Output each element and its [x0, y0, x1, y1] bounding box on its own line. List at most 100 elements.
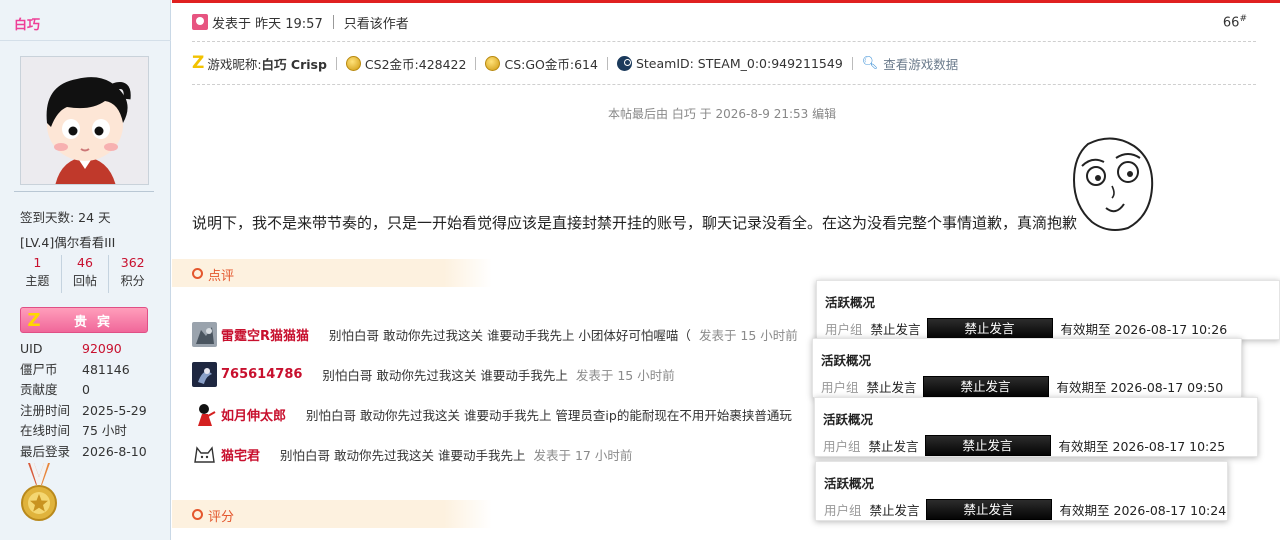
info-row: 最后登录 2026-8-10	[20, 442, 170, 463]
commenter-name-link[interactable]: 猫宅君	[221, 445, 260, 464]
popup-row: 用户组 禁止发言 禁止发言 有效期至 2026-08-17 09:50	[821, 375, 1223, 397]
coin-icon	[485, 55, 501, 71]
dashed-divider	[192, 41, 1256, 42]
commenter-name-link[interactable]: 765614786	[221, 367, 302, 382]
user-group-status: 禁止发言	[870, 321, 921, 337]
nickname-label: 游戏昵称:	[207, 56, 262, 72]
user-group-label: 用户组	[821, 379, 859, 395]
info-key: 僵尸币	[20, 361, 58, 377]
popup-row: 用户组 禁止发言 禁止发言 有效期至 2026-08-17 10:26	[825, 317, 1227, 339]
post-meta: 发表于 昨天 19:57 只看该作者	[192, 12, 409, 32]
z-logo-icon: Z	[192, 53, 205, 73]
divider	[14, 191, 154, 192]
activity-popup: 活跃概况 用户组 禁止发言 禁止发言 有效期至 2026-08-17 09:50	[812, 338, 1242, 398]
user-group-status: 禁止发言	[868, 438, 919, 454]
commenter-avatar-icon[interactable]	[192, 361, 217, 387]
steam-icon	[616, 55, 632, 71]
activity-popup: 活跃概况 用户组 禁止发言 禁止发言 有效期至 2026-08-17 10:26	[816, 280, 1280, 340]
rating-section-title: 评分	[208, 510, 235, 525]
comment-time: 发表于 15 小时前	[575, 367, 675, 383]
comment-time: 发表于 15 小时前	[698, 327, 798, 343]
dashed-divider	[192, 84, 1256, 85]
stat-threads[interactable]: 1 主题	[14, 255, 62, 293]
info-row: 贡献度 0	[20, 380, 170, 401]
commenter-avatar-icon[interactable]	[192, 401, 217, 427]
stat-points[interactable]: 362 积分	[109, 255, 156, 293]
popup-title: 活跃概况	[825, 295, 876, 310]
info-value: 2025-5-29	[82, 402, 147, 418]
comment-text: 别怕白哥 敢动你先过我这关 谁要动手我先上	[280, 447, 526, 463]
ban-status-button[interactable]: 禁止发言	[926, 317, 1053, 339]
author-portrait-icon	[192, 14, 208, 30]
commenter-name-link[interactable]: 雷霆空R猫猫猫	[221, 325, 309, 344]
author-sidebar: 白巧 签到天数: 24 天 [LV.4]偶尔看看III 1 主题 46 回帖 3…	[0, 0, 171, 540]
info-key: 在线时间	[20, 423, 71, 438]
commenter-name-link[interactable]: 如月伸太郎	[221, 405, 286, 424]
checkin-days: 签到天数: 24 天	[20, 210, 111, 225]
vip-badge: Z 贵宾	[20, 307, 148, 333]
info-value: 481146	[82, 361, 130, 377]
search-icon: 🔍︎	[861, 55, 879, 71]
game-info-bar: Z 游戏昵称: 白巧 Crisp CS2金币:428422 CS:GO金币:61…	[192, 53, 958, 73]
vip-badge-label: 贵宾	[73, 314, 120, 330]
game-nickname: 白巧 Crisp	[261, 56, 327, 72]
popup-title: 活跃概况	[824, 476, 875, 491]
info-key: 注册时间	[20, 402, 71, 418]
commenter-avatar-icon[interactable]	[192, 321, 217, 347]
info-row: 在线时间 75 小时	[20, 421, 170, 442]
popup-row: 用户组 禁止发言 禁止发言 有效期至 2026-08-17 10:24	[824, 498, 1226, 520]
info-value: 2026-8-10	[82, 443, 147, 459]
csgo-coins: CS:GO金币:614	[504, 56, 598, 72]
ban-status-button[interactable]: 禁止发言	[925, 498, 1052, 520]
author-name-link[interactable]: 白巧	[14, 14, 40, 33]
comment-item: 雷霆空R猫猫猫 别怕白哥 敢动你先过我这关 谁要动手我先上 小团体好可怕喔喵（ …	[192, 321, 798, 347]
popup-title: 活跃概况	[823, 412, 874, 427]
post-body: 说明下，我不是来带节奏的，只是一开始看觉得应该是直接封禁开挂的账号，聊天记录没看…	[192, 214, 1078, 232]
comment-text: 别怕白哥 敢动你先过我这关 谁要动手我先上	[322, 367, 568, 383]
info-row: 注册时间 2025-5-29	[20, 401, 170, 422]
info-key: 最后登录	[20, 443, 71, 459]
ban-status-button[interactable]: 禁止发言	[924, 434, 1051, 456]
user-group-status: 禁止发言	[866, 379, 917, 395]
activity-popup: 活跃概况 用户组 禁止发言 禁止发言 有效期至 2026-08-17 10:25	[814, 397, 1258, 457]
coin-icon	[345, 55, 361, 71]
user-info-list: UID 92090 僵尸币 481146 贡献度 0 注册时间 2025-5-29 在线…	[20, 339, 170, 462]
avatar[interactable]	[20, 56, 149, 185]
info-value-uid[interactable]: 92090	[82, 339, 122, 360]
popup-title: 活跃概况	[821, 353, 872, 368]
user-level-link[interactable]: [LV.4]偶尔看看III	[20, 232, 115, 251]
stat-value: 1	[33, 255, 42, 270]
floor-number[interactable]: 66#	[1223, 14, 1247, 30]
commenter-avatar-icon[interactable]	[192, 441, 217, 467]
user-group-status: 禁止发言	[869, 502, 920, 518]
user-stats: 1 主题 46 回帖 362 积分	[14, 255, 156, 293]
stat-label: 主题	[25, 274, 50, 288]
info-row: 僵尸币 481146	[20, 360, 170, 381]
cartoon-boy-avatar-icon	[21, 57, 148, 184]
user-group-label: 用户组	[825, 321, 863, 337]
post-time: 发表于 昨天 19:57	[212, 16, 323, 32]
circle-icon	[192, 509, 203, 520]
stat-value: 46	[77, 255, 93, 270]
stat-replies[interactable]: 46 回帖	[62, 255, 110, 293]
z-logo-icon: Z	[27, 309, 41, 331]
comment-item: 猫宅君 别怕白哥 敢动你先过我这关 谁要动手我先上 发表于 17 小时前	[192, 441, 632, 467]
divider	[0, 40, 171, 41]
view-game-data-link[interactable]: 查看游戏数据	[883, 54, 958, 73]
only-author-link[interactable]: 只看该作者	[344, 13, 409, 32]
top-accent-bar	[172, 0, 1280, 3]
ban-status-button[interactable]: 禁止发言	[922, 375, 1049, 397]
popup-row: 用户组 禁止发言 禁止发言 有效期至 2026-08-17 10:25	[823, 434, 1225, 456]
rating-section-header: 评分	[172, 500, 492, 528]
info-key: 贡献度	[20, 382, 58, 397]
medal-icon[interactable]	[20, 463, 58, 525]
comments-section-title: 点评	[208, 269, 235, 284]
floor-value: 66	[1222, 15, 1240, 31]
divider	[332, 15, 334, 29]
floor-sup: #	[1239, 14, 1247, 24]
comment-text: 别怕白哥 敢动你先过我这关 谁要动手我先上 管理员查ip的能耐现在不用开始裹挟普…	[306, 407, 792, 423]
stat-value: 362	[120, 255, 145, 270]
user-group-label: 用户组	[824, 502, 862, 518]
comments-section-header: 点评	[172, 259, 492, 287]
divider	[851, 56, 853, 70]
